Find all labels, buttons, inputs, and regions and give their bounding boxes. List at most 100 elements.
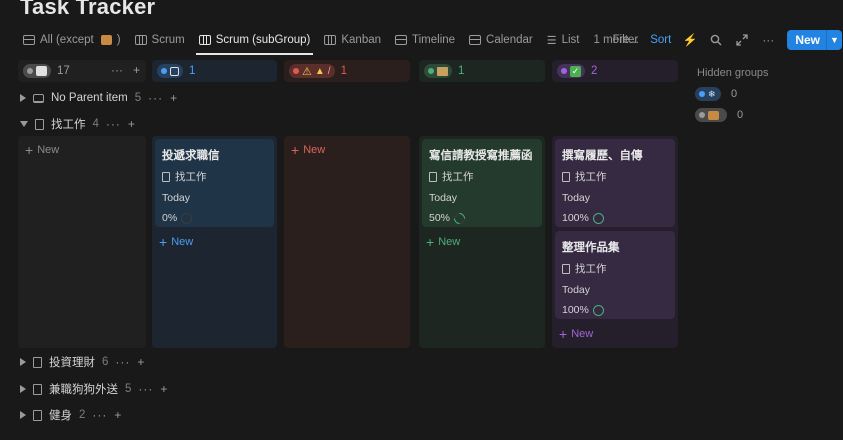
lane-gray: + New — [18, 136, 146, 348]
view-toolbar: Filter Sort ⚡ ··· New ▼ — [613, 28, 843, 52]
package-icon — [100, 35, 112, 45]
document-icon — [562, 171, 570, 182]
status-pill — [424, 64, 452, 78]
group-row-invest[interactable]: 投資理財 6 ··· + — [20, 352, 145, 372]
progress-ring — [451, 210, 468, 226]
group-add-icon[interactable]: + — [114, 408, 122, 422]
inbox-icon — [33, 93, 44, 103]
group-row-fitness[interactable]: 健身 2 ··· + — [20, 405, 122, 425]
board-icon — [198, 35, 211, 45]
document-icon — [33, 356, 42, 368]
board-icon — [324, 35, 337, 45]
parent-relation[interactable]: 找工作 — [562, 169, 668, 184]
new-button[interactable]: New ▼ — [787, 30, 842, 50]
more-options-icon[interactable]: ··· — [761, 33, 775, 47]
lane-new-button[interactable]: + New — [426, 234, 460, 250]
group-more-icon[interactable]: ··· — [115, 355, 130, 369]
status-dot — [161, 68, 167, 74]
progress-ring — [592, 304, 604, 316]
tab-list[interactable]: ☰ List — [542, 31, 585, 50]
group-more-icon[interactable]: ··· — [148, 91, 163, 105]
group-add-icon[interactable]: + — [128, 117, 136, 131]
view-tabs: All (except) Scrum Scrum (subGroup) Kanb… — [18, 28, 648, 55]
chevron-down-icon[interactable] — [20, 121, 28, 127]
column-header-status-purple[interactable]: ✓ 2 — [552, 60, 678, 82]
chevron-right-icon[interactable] — [20, 385, 26, 393]
progress: 50% — [429, 210, 535, 226]
tab-all-except[interactable]: All (except) — [18, 31, 126, 49]
task-card[interactable]: 整理作品集 找工作 Today 100% — [555, 231, 675, 319]
tab-scrum[interactable]: Scrum — [130, 31, 190, 49]
checkbox-icon — [170, 66, 179, 76]
progress: 0% — [162, 212, 267, 224]
calendar-icon — [469, 35, 482, 45]
group-more-icon[interactable]: ··· — [106, 117, 121, 131]
lane-new-button[interactable]: + New — [291, 143, 325, 157]
status-pill: ✓ — [557, 64, 585, 78]
group-row-job[interactable]: 找工作 4 ··· + — [20, 114, 136, 134]
search-icon[interactable] — [709, 33, 723, 47]
column-header-status-green[interactable]: 1 — [419, 60, 545, 82]
chevron-down-icon[interactable]: ▼ — [826, 30, 842, 50]
task-card[interactable]: 寫信請教授寫推薦函 找工作 Today 50% — [422, 139, 542, 227]
tab-calendar[interactable]: Calendar — [464, 31, 538, 49]
table-icon — [23, 35, 35, 45]
list-icon: ☰ — [546, 34, 557, 47]
filter-button[interactable]: Filter — [613, 34, 639, 46]
sort-button[interactable]: Sort — [650, 34, 671, 46]
group-row-dogwalk[interactable]: 兼職狗狗外送 5 ··· + — [20, 379, 168, 399]
parent-relation[interactable]: 找工作 — [562, 261, 668, 276]
snowflake-icon: ❄ — [708, 88, 716, 99]
parent-relation[interactable]: 找工作 — [162, 169, 267, 184]
tab-timeline[interactable]: Timeline — [390, 31, 460, 49]
parent-relation[interactable]: 找工作 — [429, 169, 535, 184]
status-pill — [695, 108, 727, 122]
package-icon — [708, 110, 719, 120]
hidden-group-item[interactable]: 0 — [695, 108, 743, 122]
chevron-right-icon[interactable] — [20, 358, 26, 366]
lane-red: + New — [284, 136, 410, 348]
task-card[interactable]: 撰寫履歷、自傳 找工作 Today 100% — [555, 139, 675, 227]
group-add-icon[interactable]: + — [137, 355, 145, 369]
group-add-icon[interactable]: + — [170, 91, 178, 105]
column-more-icon[interactable]: ··· — [111, 63, 123, 77]
hidden-groups-label: Hidden groups — [697, 67, 769, 79]
column-header-status-red[interactable]: ⚠ ▲ / 1 — [284, 60, 410, 82]
plus-icon: + — [559, 326, 568, 342]
status-pill — [23, 64, 51, 78]
progress-ring — [592, 212, 604, 224]
column-header-status-gray[interactable]: 17 ··· + — [18, 60, 146, 82]
group-row-no-parent[interactable]: No Parent item 5 ··· + — [20, 88, 178, 108]
lane-new-button[interactable]: + New — [159, 235, 193, 249]
document-icon — [562, 263, 570, 274]
new-button-label[interactable]: New — [787, 30, 826, 50]
note-icon — [36, 66, 47, 76]
lane-purple: 撰寫履歷、自傳 找工作 Today 100% 整理作品集 找工作 Today 1… — [552, 136, 678, 348]
column-add-icon[interactable]: + — [133, 63, 140, 77]
plus-icon: + — [426, 234, 435, 250]
group-more-icon[interactable]: ··· — [92, 408, 107, 422]
status-dot — [27, 68, 33, 74]
tab-scrum-subgroup[interactable]: Scrum (subGroup) — [194, 31, 316, 55]
status-pill: ❄ — [695, 87, 721, 101]
lane-new-button[interactable]: + New — [559, 326, 593, 342]
chevron-right-icon[interactable] — [20, 411, 26, 419]
progress: 100% — [562, 304, 668, 316]
hidden-group-item[interactable]: ❄ 0 — [695, 87, 737, 101]
sign-icon — [437, 66, 448, 76]
lane-new-button[interactable]: + New — [25, 143, 59, 157]
syringe-icon: / — [327, 65, 331, 77]
group-add-icon[interactable]: + — [160, 382, 168, 396]
status-dot — [428, 68, 434, 74]
tab-kanban[interactable]: Kanban — [319, 31, 386, 49]
chevron-right-icon[interactable] — [20, 94, 26, 102]
document-icon — [429, 171, 437, 182]
task-card[interactable]: 投遞求職信 找工作 Today 0% — [155, 139, 274, 227]
flag-icon: ▲ — [314, 65, 325, 77]
group-more-icon[interactable]: ··· — [138, 382, 153, 396]
status-dot — [561, 68, 567, 74]
column-header-status-blue[interactable]: 1 — [152, 60, 277, 82]
document-icon — [162, 171, 170, 182]
lightning-icon[interactable]: ⚡ — [683, 33, 698, 47]
expand-icon[interactable] — [735, 33, 749, 47]
